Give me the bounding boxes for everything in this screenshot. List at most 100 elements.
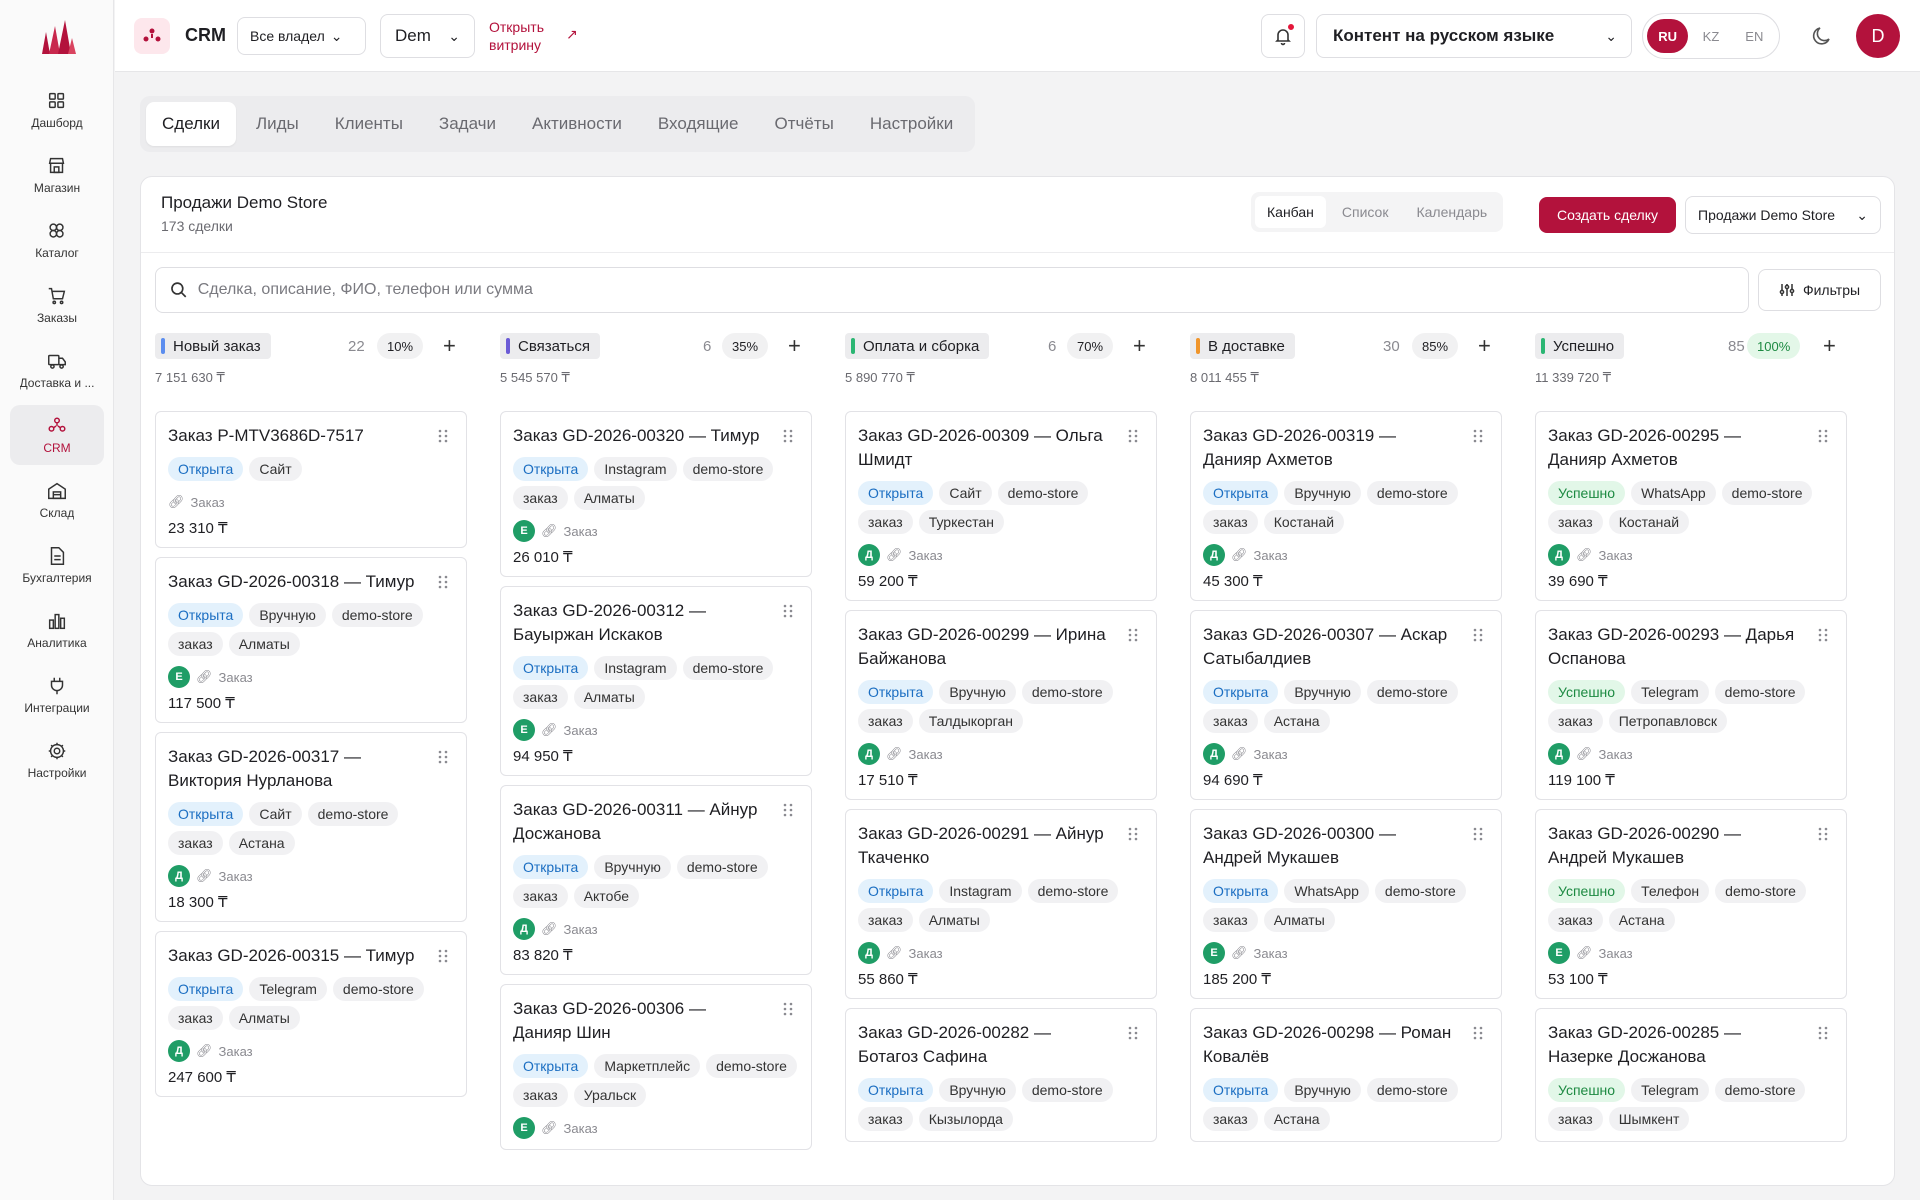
drag-handle-icon[interactable] (1128, 429, 1138, 443)
deal-title: Заказ GD-2026-00285 — Назерке Досжанова (1548, 1023, 1741, 1066)
deal-card[interactable]: Заказ GD-2026-00293 — Дарья Оспанова Усп… (1535, 610, 1847, 800)
filters-button[interactable]: Фильтры (1758, 269, 1881, 311)
logo-icon[interactable] (38, 18, 78, 58)
drag-handle-icon[interactable] (1818, 429, 1828, 443)
open-store-link[interactable]: Открыть витрину (489, 18, 559, 54)
sidebar-item-gear[interactable]: Настройки (10, 730, 104, 790)
deal-card[interactable]: Заказ GD-2026-00285 — Назерке Досжанова … (1535, 1008, 1847, 1142)
add-deal-icon[interactable]: + (1478, 333, 1491, 359)
deal-card[interactable]: Заказ GD-2026-00319 — Данияр Ахметов Отк… (1190, 411, 1502, 601)
tab-reports[interactable]: Отчёты (759, 102, 850, 146)
search-input[interactable] (197, 281, 1734, 299)
drag-handle-icon[interactable] (783, 604, 793, 618)
drag-handle-icon[interactable] (1818, 827, 1828, 841)
sidebar-item-dashboard[interactable]: Дашборд (10, 80, 104, 140)
drag-handle-icon[interactable] (1128, 827, 1138, 841)
deal-card[interactable]: Заказ GD-2026-00315 — Тимур Открыта Teleg… (155, 931, 467, 1097)
lang-kz[interactable]: KZ (1690, 19, 1731, 53)
deal-card[interactable]: Заказ GD-2026-00295 — Данияр Ахметов Усп… (1535, 411, 1847, 601)
content-language-select[interactable]: Контент на русском языке ⌄ (1316, 14, 1632, 58)
deal-card[interactable]: Заказ GD-2026-00309 — Ольга Шмидт Открыт… (845, 411, 1157, 601)
drag-handle-icon[interactable] (1473, 827, 1483, 841)
deal-card[interactable]: Заказ GD-2026-00298 — Роман Ковалёв Откр… (1190, 1008, 1502, 1142)
linked-order-label[interactable]: Заказ (1254, 946, 1288, 961)
deal-card[interactable]: Заказ GD-2026-00291 — Айнур Ткаченко Отк… (845, 809, 1157, 999)
drag-handle-icon[interactable] (783, 429, 793, 443)
add-deal-icon[interactable]: + (1823, 333, 1836, 359)
add-deal-icon[interactable]: + (443, 333, 456, 359)
drag-handle-icon[interactable] (438, 949, 448, 963)
sidebar-item-plug[interactable]: Интеграции (10, 665, 104, 725)
linked-order-label[interactable]: Заказ (1254, 747, 1288, 762)
linked-order-label[interactable]: Заказ (564, 524, 598, 539)
drag-handle-icon[interactable] (1473, 628, 1483, 642)
linked-order-label[interactable]: Заказ (219, 670, 253, 685)
linked-order-label[interactable]: Заказ (1254, 548, 1288, 563)
store-select[interactable]: Dem ⌄ (380, 14, 475, 58)
deal-card[interactable]: Заказ GD-2026-00282 — Ботагоз Сафина Отк… (845, 1008, 1157, 1142)
add-deal-icon[interactable]: + (788, 333, 801, 359)
drag-handle-icon[interactable] (1818, 1026, 1828, 1040)
linked-order-label[interactable]: Заказ (564, 922, 598, 937)
tab-settings[interactable]: Настройки (854, 102, 969, 146)
tab-leads[interactable]: Лиды (240, 102, 315, 146)
drag-handle-icon[interactable] (783, 803, 793, 817)
drag-handle-icon[interactable] (438, 575, 448, 589)
deal-card[interactable]: Заказ GD-2026-00317 — Виктория Нурланова… (155, 732, 467, 922)
drag-handle-icon[interactable] (1128, 1026, 1138, 1040)
notifications-button[interactable] (1261, 14, 1305, 58)
deal-card[interactable]: Заказ GD-2026-00320 — Тимур Открыта Insta… (500, 411, 812, 577)
tab-tasks[interactable]: Задачи (423, 102, 512, 146)
deal-card[interactable]: Заказ GD-2026-00312 — Бауыржан Искаков О… (500, 586, 812, 776)
sidebar-item-chart[interactable]: Аналитика (10, 600, 104, 660)
user-avatar[interactable]: D (1856, 14, 1900, 58)
linked-order-label[interactable]: Заказ (191, 495, 225, 510)
drag-handle-icon[interactable] (438, 750, 448, 764)
view-list[interactable]: Список (1330, 196, 1401, 228)
sidebar-item-crm[interactable]: CRM (10, 405, 104, 465)
sidebar-item-warehouse[interactable]: Склад (10, 470, 104, 530)
linked-order-label[interactable]: Заказ (1599, 946, 1633, 961)
linked-order-label[interactable]: Заказ (219, 1044, 253, 1059)
sidebar-item-truck[interactable]: Доставка и ... (10, 340, 104, 400)
deal-card[interactable]: Заказ GD-2026-00311 — Айнур Досжанова От… (500, 785, 812, 975)
deal-card[interactable]: Заказ GD-2026-00299 — Ирина Байжанова От… (845, 610, 1157, 800)
deal-card[interactable]: Заказ P-MTV3686D-7517 Открыта Сайт 🔗︎ Зак… (155, 411, 467, 548)
sidebar-item-cart[interactable]: Заказы (10, 275, 104, 335)
linked-order-label[interactable]: Заказ (1599, 747, 1633, 762)
tab-deals[interactable]: Сделки (146, 102, 236, 146)
lang-ru[interactable]: RU (1647, 19, 1689, 53)
tab-clients[interactable]: Клиенты (319, 102, 419, 146)
add-deal-icon[interactable]: + (1133, 333, 1146, 359)
drag-handle-icon[interactable] (1128, 628, 1138, 642)
pipeline-select[interactable]: Продажи Demo Store ⌄ (1685, 196, 1881, 234)
linked-order-label[interactable]: Заказ (909, 747, 943, 762)
deal-card[interactable]: Заказ GD-2026-00290 — Андрей Мукашев Усп… (1535, 809, 1847, 999)
sidebar-item-catalog[interactable]: Каталог (10, 210, 104, 270)
linked-order-label[interactable]: Заказ (219, 869, 253, 884)
sidebar-item-store[interactable]: Магазин (10, 145, 104, 205)
drag-handle-icon[interactable] (1818, 628, 1828, 642)
linked-order-label[interactable]: Заказ (909, 548, 943, 563)
drag-handle-icon[interactable] (1473, 1026, 1483, 1040)
view-kanban[interactable]: Канбан (1255, 196, 1326, 228)
create-deal-button[interactable]: Создать сделку (1539, 197, 1676, 233)
lang-en[interactable]: EN (1734, 19, 1775, 53)
drag-handle-icon[interactable] (1473, 429, 1483, 443)
linked-order-label[interactable]: Заказ (1599, 548, 1633, 563)
tab-activities[interactable]: Активности (516, 102, 638, 146)
moon-icon[interactable] (1810, 24, 1834, 48)
deal-card[interactable]: Заказ GD-2026-00318 — Тимур Открыта Вручн… (155, 557, 467, 723)
deal-card[interactable]: Заказ GD-2026-00307 — Аскар Сатыбалдиев … (1190, 610, 1502, 800)
linked-order-label[interactable]: Заказ (564, 723, 598, 738)
linked-order-label[interactable]: Заказ (564, 1121, 598, 1136)
deal-card[interactable]: Заказ GD-2026-00300 — Андрей Мукашев Отк… (1190, 809, 1502, 999)
sidebar-item-document[interactable]: Бухгалтерия (10, 535, 104, 595)
tab-inbox[interactable]: Входящие (642, 102, 755, 146)
drag-handle-icon[interactable] (783, 1002, 793, 1016)
view-calendar[interactable]: Календарь (1404, 196, 1499, 228)
drag-handle-icon[interactable] (438, 429, 448, 443)
linked-order-label[interactable]: Заказ (909, 946, 943, 961)
owners-select[interactable]: Все владел ⌄ (237, 17, 366, 55)
deal-card[interactable]: Заказ GD-2026-00306 — Данияр Шин Открыта… (500, 984, 812, 1150)
